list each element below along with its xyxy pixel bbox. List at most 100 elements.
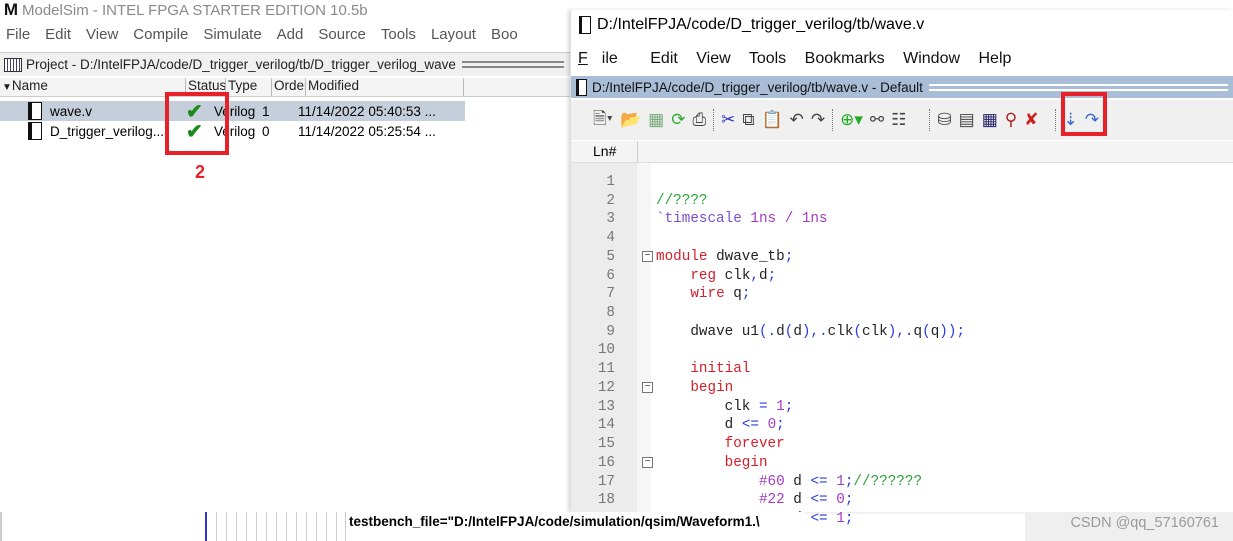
code-token: //?????? — [853, 473, 923, 490]
code-line: 13 clk = 1; — [571, 398, 1233, 416]
code-text: `timescale 1ns / 1ns — [656, 211, 828, 227]
menu-bookmarks[interactable]: Bookmarks — [805, 50, 885, 67]
code-text: begin — [656, 380, 733, 396]
code-token: ; — [844, 510, 854, 527]
menu-source[interactable]: Source — [318, 26, 366, 43]
undo-icon[interactable]: ↶ — [790, 110, 804, 130]
code-text: dwave u1(.d(d),.clk(clk),.q(q)); — [656, 324, 965, 340]
code-token: d — [724, 417, 742, 434]
column-type[interactable]: Type — [226, 78, 272, 96]
structure-icon[interactable]: ☷ — [891, 110, 906, 130]
code-text: clk = 1; — [656, 398, 794, 415]
project-file-row[interactable]: wave.v ✔ Verilog 1 11/14/2022 05:40:53 .… — [0, 101, 465, 123]
print-icon[interactable]: ⎙ — [692, 110, 706, 130]
column-order[interactable]: Order — [272, 78, 306, 96]
cut-icon[interactable]: ✂ — [721, 110, 735, 130]
line-number: 13 — [597, 398, 615, 415]
code-token: dwave u1 — [690, 323, 759, 340]
code-token: reg — [690, 267, 725, 284]
file-order: 1 — [262, 103, 270, 119]
pane-drag-handle[interactable] — [928, 83, 1228, 91]
paste-icon[interactable]: 📋 — [761, 110, 782, 130]
code-line: 6 reg clk,d; — [571, 267, 1233, 285]
menu-simulate[interactable]: Simulate — [203, 26, 261, 43]
reload-icon[interactable]: ⟳ — [671, 110, 685, 130]
code-line: 15 forever — [571, 435, 1233, 453]
menu-tools[interactable]: Tools — [381, 26, 416, 43]
menu-layout[interactable]: Layout — [431, 26, 476, 43]
code-token: clk — [724, 267, 751, 284]
code-text: #22 d <= 0; — [656, 492, 853, 508]
menu-compile[interactable]: Compile — [133, 26, 188, 43]
menu-window[interactable]: Window — [903, 50, 960, 67]
save-icon[interactable]: ▦ — [648, 110, 664, 130]
menu-file[interactable]: File — [6, 26, 30, 43]
code-token: #60 — [758, 473, 794, 490]
watermark: CSDN @qq_57160761 — [1070, 515, 1219, 531]
line-number: 11 — [597, 361, 615, 378]
project-file-row[interactable]: D_trigger_verilog.... ✔ Verilog 0 11/14/… — [0, 121, 465, 143]
code-token: d — [776, 323, 785, 340]
code-token: ; — [784, 248, 794, 265]
column-name[interactable]: ▼Name — [0, 78, 186, 96]
code-line: 3 `timescale 1ns / 1ns — [571, 210, 1233, 228]
compile-icon[interactable]: ⛁ — [937, 110, 951, 130]
menu-file[interactable]: File — [578, 50, 632, 67]
copy-icon[interactable]: ⧉ — [742, 110, 754, 130]
code-token: q — [930, 323, 940, 340]
open-folder-icon[interactable]: 📂 — [620, 110, 641, 130]
menu-view[interactable]: View — [86, 26, 118, 43]
code-token: q — [913, 323, 923, 340]
line-number: 3 — [606, 211, 615, 228]
menu-tools[interactable]: Tools — [749, 50, 786, 67]
annotation-label-2: 2 — [195, 162, 206, 182]
code-token: d — [793, 492, 811, 509]
menu-view[interactable]: View — [696, 50, 730, 67]
code-token: forever — [724, 436, 785, 453]
project-icon — [4, 57, 22, 72]
code-token: clk — [862, 323, 888, 340]
annotation-box-1 — [1061, 92, 1107, 136]
toolbar-separator — [1055, 109, 1057, 131]
code-token: wire — [690, 286, 734, 303]
line-number: 1 — [606, 174, 615, 190]
code-token: <= — [810, 492, 837, 509]
menu-help[interactable]: Help — [978, 50, 1011, 67]
break-icon[interactable]: ⚲ — [1005, 110, 1017, 130]
code-token: d — [793, 473, 811, 490]
simulate-icon[interactable]: ▦ — [982, 110, 998, 130]
new-file-icon[interactable]: 🗎▾ — [593, 106, 613, 135]
code-token: #22 — [758, 492, 794, 509]
code-token: ; — [767, 267, 777, 284]
file-modified: 11/14/2022 05:40:53 ... — [298, 103, 436, 119]
editor-toolbar: 🗎▾ 📂 ▦ ⟳ ⎙ ✂ ⧉ 📋 ↶ ↷ ⊕▾ ⚯ ☷ ⛁ ▤ ▦ ⚲ ✘ ⇣ … — [571, 100, 1233, 140]
bottom-dotted-pane — [205, 512, 345, 541]
compile-all-icon[interactable]: ▤ — [959, 110, 975, 130]
project-column-header: ▼Name Status Type Order Modified — [0, 78, 570, 97]
redo-icon[interactable]: ↷ — [811, 110, 825, 130]
add-icon[interactable]: ⊕▾ — [840, 110, 863, 130]
find-binoculars-icon[interactable]: ⚯ — [870, 110, 884, 130]
pane-drag-handle[interactable] — [461, 61, 564, 68]
left-window-title-bar: M ModelSim - INTEL FPGA STARTER EDITION … — [0, 0, 570, 20]
line-number: 16 — [597, 454, 615, 471]
column-modified[interactable]: Modified — [306, 78, 464, 96]
clear-breakpoints-icon[interactable]: ✘ — [1024, 110, 1038, 130]
line-number: 8 — [606, 305, 615, 322]
code-text: module dwave_tb; — [656, 249, 793, 265]
fold-toggle-icon[interactable]: − — [642, 251, 653, 263]
code-token: = — [758, 398, 777, 415]
code-token: ; — [776, 417, 785, 434]
code-token: ),. — [801, 323, 828, 340]
menu-edit[interactable]: Edit — [45, 26, 71, 43]
fold-toggle-icon[interactable]: − — [642, 457, 653, 469]
menu-add[interactable]: Add — [277, 26, 304, 43]
menu-bookmarks[interactable]: Boo — [491, 26, 518, 43]
fold-toggle-icon[interactable]: − — [642, 382, 653, 394]
menu-edit[interactable]: Edit — [650, 50, 678, 67]
code-token: 1 — [836, 510, 845, 527]
